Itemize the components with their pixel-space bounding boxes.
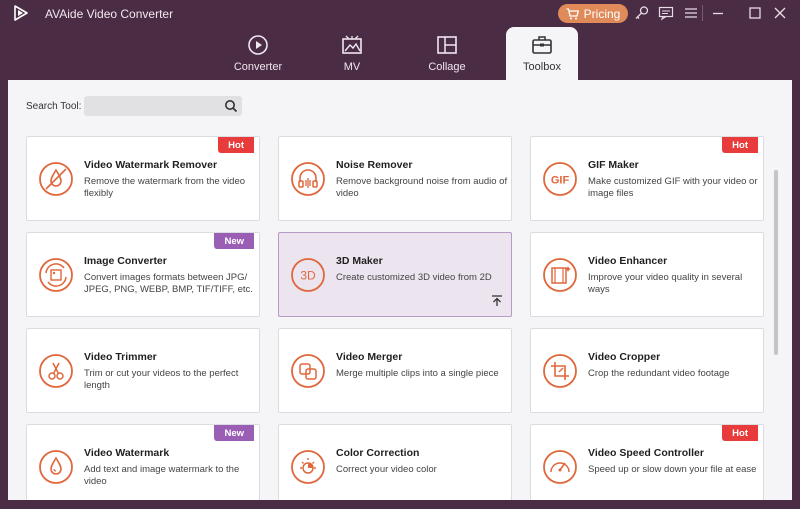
video-trimmer-icon	[39, 354, 73, 388]
scrollbar[interactable]	[774, 170, 778, 355]
tool-description: Add text and image watermark to the vide…	[84, 464, 240, 487]
title-divider	[702, 5, 703, 21]
new-badge: New	[214, 425, 254, 441]
speed-controller-icon	[543, 450, 577, 484]
converter-icon	[248, 35, 268, 55]
search-label: Search Tool:	[26, 101, 82, 112]
tab-converter[interactable]: Converter	[222, 27, 294, 80]
svg-text:GIF: GIF	[551, 175, 570, 187]
tool-title: Image Converter	[84, 255, 167, 267]
tool-description: Crop the redundant video footage	[588, 368, 730, 379]
tool-description: Make customized GIF with your video or i…	[588, 176, 758, 199]
tool-title: Video Merger	[336, 351, 403, 363]
pricing-button[interactable]: Pricing	[558, 4, 628, 23]
tab-mv[interactable]: MV	[316, 27, 388, 80]
tool-description: Merge multiple clips into a single piece	[336, 368, 499, 379]
tool-title: Video Trimmer	[84, 351, 157, 363]
toolbox-panel: Search Tool: Video Watermark Remover Rem…	[8, 80, 792, 500]
cart-icon	[566, 7, 579, 19]
tool-title: Video Watermark Remover	[84, 159, 218, 171]
video-watermark-icon	[39, 450, 73, 484]
tool-title: Color Correction	[336, 447, 420, 459]
tool-title: Video Watermark	[84, 447, 170, 459]
search-input[interactable]	[84, 96, 242, 116]
tool-description: Trim or cut your videos to the perfect l…	[84, 368, 239, 391]
collage-icon	[437, 36, 457, 54]
tool-description: Improve your video quality in several wa…	[588, 272, 743, 295]
hot-badge: Hot	[722, 137, 758, 153]
tab-collage[interactable]: Collage	[411, 27, 483, 80]
svg-text:3D: 3D	[300, 269, 316, 283]
tool-card-video-trimmer[interactable]: Video Trimmer Trim or cut your videos to…	[26, 328, 260, 413]
tab-toolbox[interactable]: Toolbox	[506, 27, 578, 80]
maximize-icon[interactable]	[747, 5, 763, 21]
close-icon[interactable]	[772, 5, 788, 21]
pricing-label: Pricing	[583, 6, 621, 21]
tool-description: Create customized 3D video from 2D	[336, 272, 492, 283]
tool-card-video-watermark-remover[interactable]: Video Watermark Remover Remove the water…	[26, 136, 260, 221]
minimize-icon[interactable]	[710, 5, 726, 21]
tool-title: 3D Maker	[336, 255, 383, 267]
app-logo-icon	[14, 5, 28, 21]
title-bar: AVAide Video Converter Pricing	[0, 0, 800, 27]
noise-remover-icon	[291, 162, 325, 196]
watermark-remover-icon	[39, 162, 73, 196]
tool-card-video-speed-controller[interactable]: Video Speed Controller Speed up or slow …	[530, 424, 764, 500]
tool-description: Remove background noise from audio of vi…	[336, 176, 508, 199]
new-badge: New	[214, 233, 254, 249]
3d-maker-icon: 3D	[291, 258, 325, 292]
tool-title: Video Enhancer	[588, 255, 668, 267]
gif-maker-icon: GIF	[543, 162, 577, 196]
tool-card-video-enhancer[interactable]: Video Enhancer Improve your video qualit…	[530, 232, 764, 317]
toolbox-icon	[532, 36, 552, 54]
video-cropper-icon	[543, 354, 577, 388]
color-correction-icon	[291, 450, 325, 484]
tool-card-3d-maker[interactable]: 3D 3D Maker Create customized 3D video f…	[278, 232, 512, 317]
app-title: AVAide Video Converter	[45, 7, 174, 21]
tool-description: Correct your video color	[336, 464, 437, 475]
tool-card-noise-remover[interactable]: Noise Remover Remove background noise fr…	[278, 136, 512, 221]
tool-title: Noise Remover	[336, 159, 413, 171]
pin-to-top-icon[interactable]	[491, 295, 503, 307]
tool-description: Remove the watermark from the video flex…	[84, 176, 246, 199]
tool-card-video-cropper[interactable]: Video Cropper Crop the redundant video f…	[530, 328, 764, 413]
hot-badge: Hot	[722, 425, 758, 441]
hot-badge: Hot	[218, 137, 254, 153]
search-icon[interactable]	[224, 99, 238, 113]
feedback-icon[interactable]	[658, 5, 674, 21]
tool-title: GIF Maker	[588, 159, 639, 171]
menu-icon[interactable]	[683, 5, 699, 21]
tool-card-gif-maker[interactable]: GIF GIF Maker Make customized GIF with y…	[530, 136, 764, 221]
tool-description: Speed up or slow down your file at ease	[588, 464, 757, 475]
tool-card-video-watermark[interactable]: Video Watermark Add text and image water…	[26, 424, 260, 500]
tool-description: Convert images formats between JPG/ JPEG…	[84, 272, 253, 295]
tool-title: Video Cropper	[588, 351, 661, 363]
video-enhancer-icon	[543, 258, 577, 292]
register-key-icon[interactable]	[634, 5, 650, 21]
tool-card-color-correction[interactable]: Color Correction Correct your video colo…	[278, 424, 512, 500]
image-converter-icon	[39, 258, 73, 292]
tool-card-video-merger[interactable]: Video Merger Merge multiple clips into a…	[278, 328, 512, 413]
mv-icon	[342, 35, 362, 54]
tool-title: Video Speed Controller	[588, 447, 704, 459]
tool-card-image-converter[interactable]: Image Converter Convert images formats b…	[26, 232, 260, 317]
video-merger-icon	[291, 354, 325, 388]
